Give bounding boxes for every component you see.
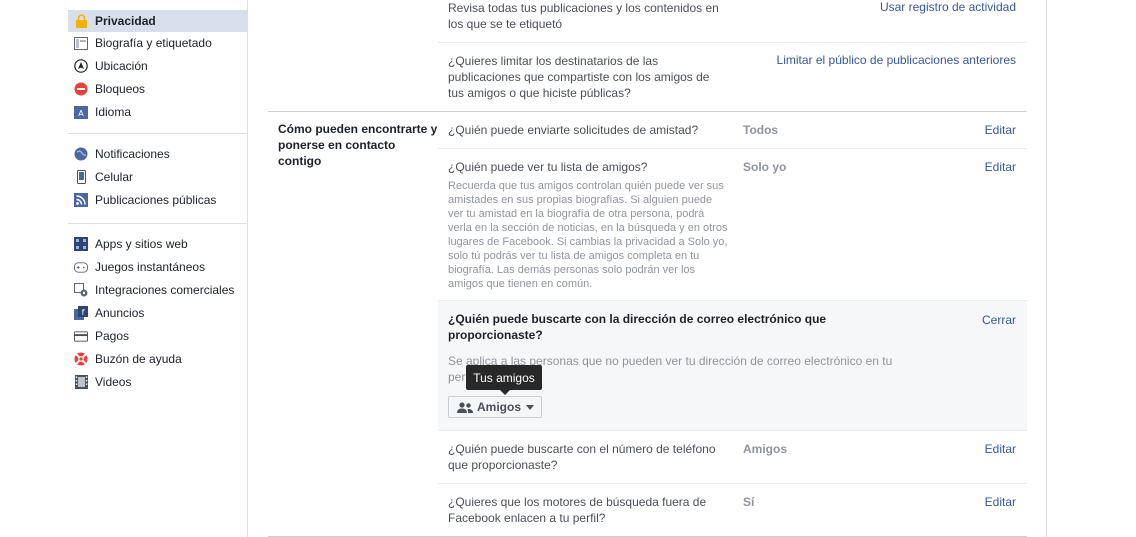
- audience-tooltip: Tus amigos: [466, 365, 542, 395]
- sidebar-item-label: Apps y sitios web: [95, 237, 188, 251]
- friends-list-question: ¿Quién puede ver tu lista de amigos?: [448, 160, 648, 174]
- search-engines-value: Sí: [743, 495, 755, 509]
- sidebar-item-label: Anuncios: [95, 306, 145, 320]
- lifebuoy-icon: [74, 352, 88, 366]
- email-search-question: ¿Quién puede buscarte con la dirección d…: [448, 312, 827, 342]
- lock-icon: [74, 14, 88, 28]
- sidebar-item-label: Publicaciones públicas: [95, 193, 217, 207]
- sidebar-item-label: Buzón de ayuda: [95, 352, 182, 366]
- timeline-icon: [74, 36, 88, 50]
- sidebar-item-notificaciones[interactable]: Notificaciones: [68, 143, 247, 166]
- sidebar-item-label: Idioma: [95, 105, 132, 119]
- phone-search-question: ¿Quién puede buscarte con el número de t…: [448, 442, 716, 472]
- block-icon: [74, 82, 88, 96]
- activity-log-question: Revisa todas tus publicaciones y los con…: [448, 1, 719, 31]
- friend-requests-question: ¿Quién puede enviarte solicitudes de ami…: [448, 123, 699, 137]
- sidebar-item-bloqueos[interactable]: Bloqueos: [68, 78, 247, 101]
- row-divider: [438, 430, 1027, 431]
- row-divider: [438, 483, 1027, 484]
- sidebar-item-label: Notificaciones: [95, 147, 170, 161]
- friend-requests-value: Todos: [743, 123, 779, 137]
- sidebar-item-celular[interactable]: Celular: [68, 166, 247, 189]
- mobile-icon: [74, 170, 88, 184]
- activity-log-link[interactable]: Usar registro de actividad: [880, 0, 1016, 14]
- sidebar-item-integraciones[interactable]: Integraciones comerciales: [68, 279, 247, 302]
- sidebar-item-anuncios[interactable]: f Anuncios: [68, 302, 247, 325]
- sidebar-item-label: Celular: [95, 170, 134, 184]
- rss-icon: [74, 193, 88, 207]
- friends-icon: [457, 401, 473, 413]
- sidebar-item-privacidad[interactable]: Privacidad: [68, 10, 247, 32]
- sidebar-item-label: Privacidad: [95, 14, 156, 28]
- sidebar-item-label: Ubicación: [95, 59, 148, 73]
- language-icon: A: [74, 105, 88, 119]
- row-divider: [438, 148, 1027, 149]
- ads-icon: f: [74, 306, 88, 320]
- sidebar-item-biografia[interactable]: Biografía y etiquetado: [68, 32, 247, 55]
- sidebar-group-notifications: Notificaciones Celular Publicaciones púb…: [68, 143, 247, 212]
- sidebar-item-label: Integraciones comerciales: [95, 283, 235, 297]
- email-search-close-link[interactable]: Cerrar: [982, 313, 1016, 327]
- limit-past-posts-link[interactable]: Limitar el público de publicaciones ante…: [777, 53, 1016, 67]
- location-icon: [74, 59, 88, 73]
- section-title: Cómo pueden encontrarte y ponerse en con…: [278, 122, 438, 168]
- row-divider: [438, 42, 1027, 43]
- sidebar-item-label: Biografía y etiquetado: [95, 36, 212, 50]
- gamepad-icon: [74, 260, 88, 274]
- friend-requests-edit-link[interactable]: Editar: [985, 123, 1016, 137]
- limit-past-posts-question: ¿Quieres limitar los destinatarios de la…: [448, 54, 710, 100]
- business-integrations-icon: [74, 283, 88, 297]
- sidebar-item-ubicacion[interactable]: Ubicación: [68, 55, 247, 78]
- sidebar-item-idioma[interactable]: A Idioma: [68, 101, 247, 124]
- sidebar-item-publicaciones-publicas[interactable]: Publicaciones públicas: [68, 189, 247, 212]
- friends-list-edit-link[interactable]: Editar: [985, 160, 1016, 174]
- search-engines-question: ¿Quieres que los motores de búsqueda fue…: [448, 495, 707, 525]
- sidebar-item-buzon[interactable]: Buzón de ayuda: [68, 348, 247, 371]
- sidebar-item-apps[interactable]: Apps y sitios web: [68, 233, 247, 256]
- section-divider: [268, 111, 1027, 112]
- payments-icon: [74, 329, 88, 343]
- sidebar-divider: [68, 223, 247, 224]
- sidebar-group-apps: Apps y sitios web Juegos instantáneos In…: [68, 233, 247, 394]
- phone-search-value: Amigos: [743, 442, 788, 456]
- svg-text:A: A: [78, 109, 84, 118]
- sidebar-group-account: Privacidad Biografía y etiquetado Ubicac…: [68, 10, 247, 124]
- phone-search-edit-link[interactable]: Editar: [985, 442, 1016, 456]
- search-engines-edit-link[interactable]: Editar: [985, 495, 1016, 509]
- content-right-border: [1046, 0, 1047, 537]
- sidebar-item-videos[interactable]: Videos: [68, 371, 247, 394]
- sidebar-item-label: Videos: [95, 375, 132, 389]
- globe-icon: [74, 147, 88, 161]
- friends-list-description: Recuerda que tus amigos controlan quién …: [448, 180, 728, 290]
- sidebar-item-pagos[interactable]: Pagos: [68, 325, 247, 348]
- film-icon: [74, 375, 88, 389]
- audience-selector[interactable]: Amigos: [448, 396, 542, 418]
- audience-selector-label: Amigos: [477, 400, 522, 414]
- sidebar-item-label: Pagos: [95, 329, 130, 343]
- friends-list-value: Solo yo: [743, 160, 787, 174]
- apps-icon: [74, 237, 88, 251]
- svg-text:f: f: [82, 308, 85, 317]
- sidebar-item-label: Bloqueos: [95, 82, 146, 96]
- sidebar-divider: [68, 133, 247, 134]
- caret-down-icon: [526, 404, 535, 410]
- sidebar-item-juegos[interactable]: Juegos instantáneos: [68, 256, 247, 279]
- sidebar-item-label: Juegos instantáneos: [95, 260, 206, 274]
